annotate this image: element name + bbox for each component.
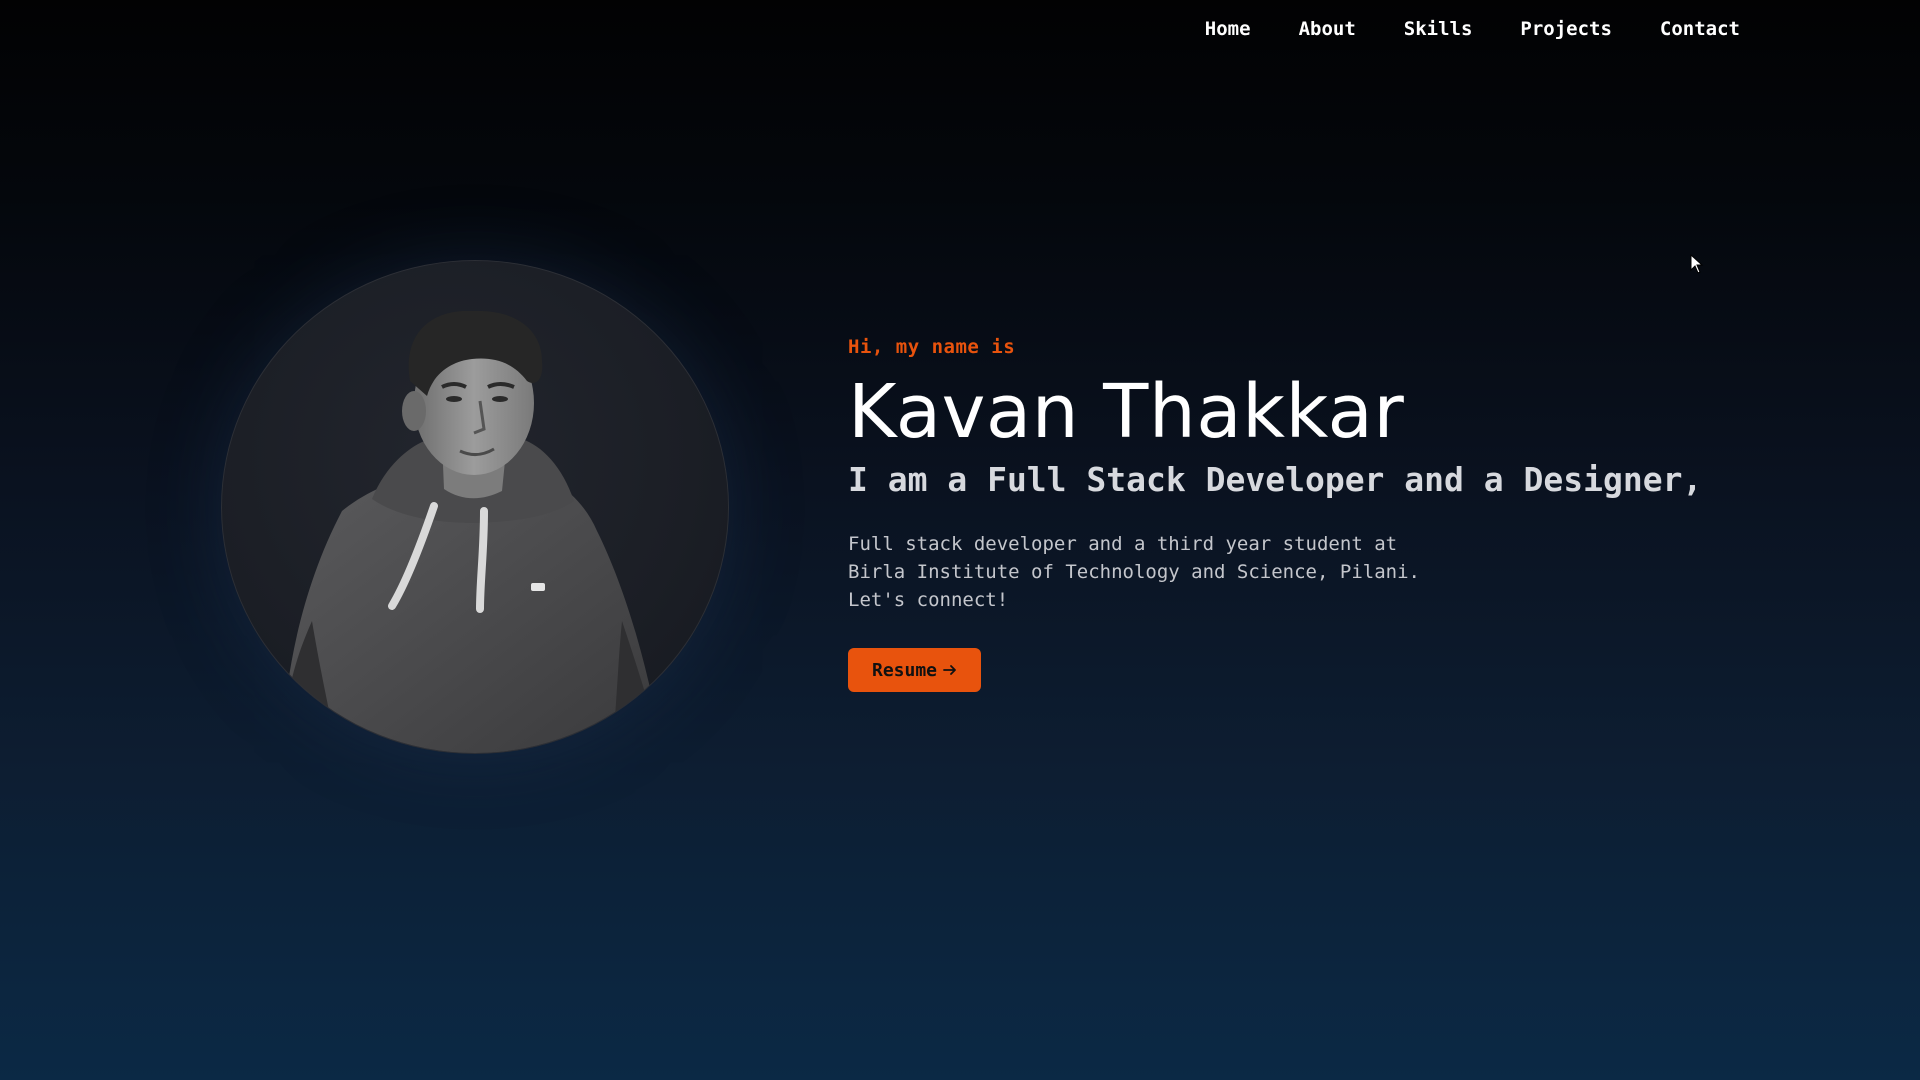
page-title: Kavan Thakkar	[848, 369, 1405, 455]
resume-button[interactable]: Resume	[848, 648, 982, 692]
nav-contact-link[interactable]: Contact	[1660, 18, 1740, 40]
profile-photo	[221, 260, 729, 754]
mouse-cursor-icon	[1690, 254, 1704, 274]
bio-line: Full stack developer and a third year st…	[848, 533, 1398, 555]
greeting-text: Hi, my name is	[848, 336, 1016, 358]
hero-section: Hi, my name is Kavan Thakkar I am a Full…	[848, 336, 1848, 692]
profile-portrait-illustration	[282, 310, 662, 753]
nav-projects-link[interactable]: Projects	[1520, 18, 1612, 40]
nav-home-link[interactable]: Home	[1205, 18, 1251, 40]
nav-skills-link[interactable]: Skills	[1404, 18, 1473, 40]
tagline-text: I am a Full Stack Developer and a Design…	[848, 460, 1703, 499]
top-navigation: Home About Skills Projects Contact	[1205, 18, 1740, 40]
resume-button-label: Resume	[872, 659, 938, 681]
nav-about-link[interactable]: About	[1299, 18, 1356, 40]
bio-text: Full stack developer and a third year st…	[848, 530, 1848, 614]
bio-line: Birla Institute of Technology and Scienc…	[848, 561, 1420, 583]
arrow-right-icon	[943, 665, 956, 675]
bio-line: Let's connect!	[848, 589, 1009, 611]
